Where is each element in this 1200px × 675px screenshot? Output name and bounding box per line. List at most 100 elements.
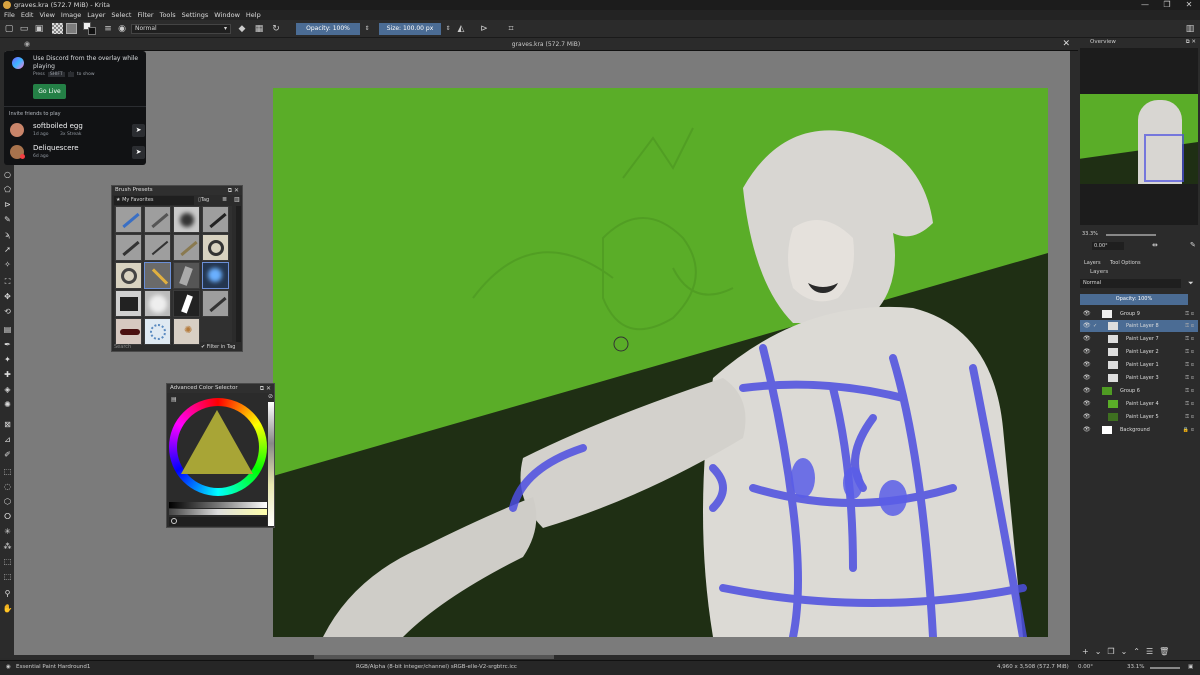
layer-row[interactable]: 👁 Paint Layer 4 ⚿ α — [1080, 398, 1198, 410]
delete-layer-icon[interactable]: 🗑 — [1159, 646, 1169, 658]
friend-row[interactable]: Deliquescere 6d ago ➤ — [8, 143, 145, 163]
ellipse-tool-icon[interactable]: ○ — [2, 169, 13, 180]
preset-cell[interactable] — [144, 318, 171, 345]
bezier-tool-icon[interactable]: ✎ — [2, 214, 13, 225]
preset-cell[interactable] — [115, 206, 142, 233]
opacity-slider[interactable]: Opacity: 100% — [296, 23, 360, 35]
vertical-scrollbar[interactable] — [1070, 51, 1078, 658]
layer-flags-icon[interactable]: ⚿ α — [1185, 411, 1194, 423]
dynamic-brush-tool-icon[interactable]: ➚ — [2, 244, 13, 255]
menu-help[interactable]: Help — [246, 11, 261, 19]
menu-filter[interactable]: Filter — [137, 11, 153, 19]
saturation-value-triangle[interactable] — [181, 410, 253, 474]
layer-row[interactable]: 👁 Paint Layer 5 ⚿ α — [1080, 411, 1198, 423]
preset-cell[interactable] — [115, 262, 142, 289]
visibility-eye-icon[interactable]: 👁 — [1083, 308, 1091, 320]
preset-cell[interactable] — [173, 262, 200, 289]
new-document-icon[interactable]: ▢ — [3, 23, 15, 35]
preset-cell[interactable] — [144, 206, 171, 233]
menu-settings[interactable]: Settings — [182, 11, 209, 19]
preset-cell[interactable] — [173, 206, 200, 233]
go-live-button[interactable]: Go Live — [33, 84, 66, 99]
tab-tool-options[interactable]: Tool Options — [1110, 259, 1141, 268]
visibility-eye-icon[interactable]: 👁 — [1083, 424, 1091, 436]
filter-icon[interactable]: ⏷ — [1188, 279, 1194, 288]
layer-flags-icon[interactable]: ⚿ α — [1185, 385, 1194, 397]
menu-layer[interactable]: Layer — [87, 11, 105, 19]
gradient-tool-icon[interactable]: ▤ — [2, 324, 13, 335]
layer-flags-icon[interactable]: ⚿ α — [1185, 372, 1194, 384]
preset-cell[interactable] — [202, 290, 229, 317]
crop-tool-icon[interactable]: ⛶ — [2, 276, 13, 287]
float-close-icon[interactable]: ⧉ ✕ — [1186, 38, 1196, 47]
preset-search-input[interactable]: Search — [114, 343, 198, 351]
layer-flags-icon[interactable]: ⚿ α — [1185, 308, 1194, 320]
polygon-tool-icon[interactable]: ⬠ — [2, 184, 13, 195]
menu-tools[interactable]: Tools — [160, 11, 176, 19]
maximize-button[interactable]: ❐ — [1156, 0, 1178, 10]
preset-cell[interactable] — [144, 234, 171, 261]
fill-tool-icon[interactable]: ◈ — [2, 384, 13, 395]
layer-row[interactable]: 👁 Group 9 ⚿ α — [1080, 308, 1198, 320]
opacity-stepper[interactable]: ⇕ — [361, 23, 373, 35]
reload-preset-icon[interactable]: ↻ — [270, 23, 282, 35]
hue-ring[interactable] — [169, 398, 267, 496]
smart-patch-tool-icon[interactable]: ✚ — [2, 369, 13, 380]
zoom-tool-icon[interactable]: ⚲ — [2, 588, 13, 599]
float-close-icon[interactable]: ⧉ ✕ — [260, 384, 271, 393]
tab-layers[interactable]: Layers — [1084, 259, 1101, 268]
status-color-space[interactable]: RGB/Alpha (8-bit integer/channel) sRGB-e… — [356, 664, 517, 670]
tag-select[interactable]: ★ My Favorites — [114, 196, 194, 205]
overview-panel[interactable] — [1080, 48, 1198, 225]
layer-flags-icon[interactable]: ⚿ α — [1185, 320, 1194, 332]
color-history-strip[interactable] — [268, 402, 274, 526]
preset-cell[interactable] — [115, 290, 142, 317]
layer-row[interactable]: 👁 Background 🔒 α — [1080, 424, 1198, 436]
close-document-icon[interactable]: ✕ — [1062, 38, 1070, 51]
overview-zoom-slider[interactable] — [1106, 234, 1156, 236]
assistant-tool-icon[interactable]: ✺ — [2, 399, 13, 410]
layer-row[interactable]: 👁 Paint Layer 2 ⚿ α — [1080, 346, 1198, 358]
add-layer-icon[interactable]: + — [1082, 646, 1089, 658]
menu-file[interactable]: File — [4, 11, 15, 19]
perspective-grid-tool-icon[interactable]: ⊠ — [2, 419, 13, 430]
save-icon[interactable]: ▣ — [33, 23, 45, 35]
preset-cell[interactable] — [202, 206, 229, 233]
move-up-icon[interactable]: ⌃ — [1133, 646, 1140, 658]
move-down-icon[interactable]: ⌄ — [1121, 646, 1128, 658]
horizontal-scrollbar[interactable] — [14, 655, 1078, 659]
menu-view[interactable]: View — [39, 11, 54, 19]
preset-cell-selected[interactable] — [144, 262, 171, 289]
preset-cell[interactable] — [202, 234, 229, 261]
preset-cell[interactable] — [115, 318, 142, 345]
pan-tool-icon[interactable]: ✋ — [2, 603, 13, 614]
layer-flags-icon[interactable]: ⚿ α — [1185, 359, 1194, 371]
color-picker-tool-icon[interactable]: ✒ — [2, 339, 13, 350]
visibility-eye-icon[interactable]: 👁 — [1083, 398, 1091, 410]
value-slider[interactable] — [169, 502, 267, 508]
workspace-icon[interactable]: ▥ — [1184, 23, 1196, 35]
polyline-tool-icon[interactable]: ⊳ — [2, 199, 13, 210]
pin-icon[interactable]: ✎ — [1190, 241, 1196, 249]
freehand-path-tool-icon[interactable]: ϡ — [2, 229, 13, 240]
blend-mode-select[interactable]: Normal ▾ — [131, 24, 231, 34]
similar-selection-tool-icon[interactable]: ⁂ — [2, 541, 13, 552]
bezier-selection-tool-icon[interactable]: ⬚ — [2, 556, 13, 567]
layer-blend-mode-select[interactable]: Normal — [1080, 279, 1181, 288]
color-reset-icon[interactable]: ⊘ — [268, 393, 273, 400]
float-close-icon[interactable]: ⧉ ✕ — [228, 186, 239, 195]
contiguous-selection-tool-icon[interactable]: ✳ — [2, 526, 13, 537]
multibrush-tool-icon[interactable]: ✧ — [2, 259, 13, 270]
visibility-eye-icon[interactable]: 👁 — [1083, 385, 1091, 397]
mirror-horizontal-icon[interactable]: ◭ — [455, 23, 467, 35]
status-rotation[interactable]: 0.00° — [1078, 664, 1093, 670]
friend-row[interactable]: softboiled egg 1d ago 3x Streak ➤ — [8, 121, 145, 141]
menu-select[interactable]: Select — [111, 11, 131, 19]
layer-flags-icon[interactable]: ⚿ α — [1185, 398, 1194, 410]
preset-cell[interactable] — [173, 234, 200, 261]
minimize-button[interactable]: — — [1134, 0, 1156, 10]
filter-in-tag-checkbox[interactable]: ✔ Filter in Tag — [201, 343, 235, 351]
zoom-slider[interactable] — [1150, 667, 1180, 669]
menu-edit[interactable]: Edit — [21, 11, 34, 19]
mirror-vertical-icon[interactable]: ⊳ — [478, 23, 490, 35]
